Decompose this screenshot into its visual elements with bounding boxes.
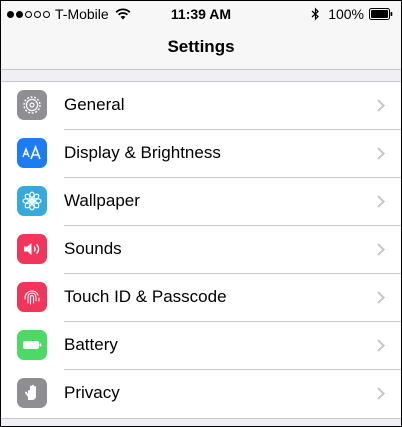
page-title: Settings — [167, 37, 235, 56]
chevron-right-icon — [377, 147, 385, 160]
chevron-right-icon — [377, 291, 385, 304]
settings-row-label: General — [64, 95, 125, 114]
settings-list: General Display & Brightness Wallpaper S… — [1, 81, 401, 419]
text-size-icon — [17, 138, 47, 168]
settings-row-label: Sounds — [64, 239, 122, 258]
status-right: 100% — [311, 6, 393, 22]
speaker-icon — [17, 234, 47, 264]
settings-row-label: Touch ID & Passcode — [64, 287, 227, 306]
flower-icon — [17, 186, 47, 216]
settings-row-privacy[interactable]: Privacy — [1, 370, 401, 418]
settings-row-label: Display & Brightness — [64, 143, 221, 162]
gear-icon — [17, 90, 47, 120]
fingerprint-icon — [17, 282, 47, 312]
battery-percentage: 100% — [328, 6, 364, 22]
hand-icon — [17, 378, 47, 408]
settings-row-display-brightness[interactable]: Display & Brightness — [1, 130, 401, 178]
chevron-right-icon — [377, 195, 385, 208]
navigation-bar: Settings — [1, 27, 401, 70]
battery-level-icon — [369, 8, 393, 20]
settings-row-label: Battery — [64, 335, 118, 354]
settings-row-sounds[interactable]: Sounds — [1, 226, 401, 274]
battery-icon — [17, 330, 47, 360]
bluetooth-icon — [311, 7, 320, 21]
settings-row-label: Privacy — [64, 383, 120, 402]
phone-screen: T-Mobile 11:39 AM 100% Settings General … — [1, 1, 401, 426]
chevron-right-icon — [377, 99, 385, 112]
settings-row-battery[interactable]: Battery — [1, 322, 401, 370]
settings-row-general[interactable]: General — [1, 82, 401, 130]
settings-row-wallpaper[interactable]: Wallpaper — [1, 178, 401, 226]
chevron-right-icon — [377, 387, 385, 400]
settings-row-label: Wallpaper — [64, 191, 140, 210]
chevron-right-icon — [377, 339, 385, 352]
chevron-right-icon — [377, 243, 385, 256]
status-bar: T-Mobile 11:39 AM 100% — [1, 1, 401, 27]
settings-row-touch-id-passcode[interactable]: Touch ID & Passcode — [1, 274, 401, 322]
